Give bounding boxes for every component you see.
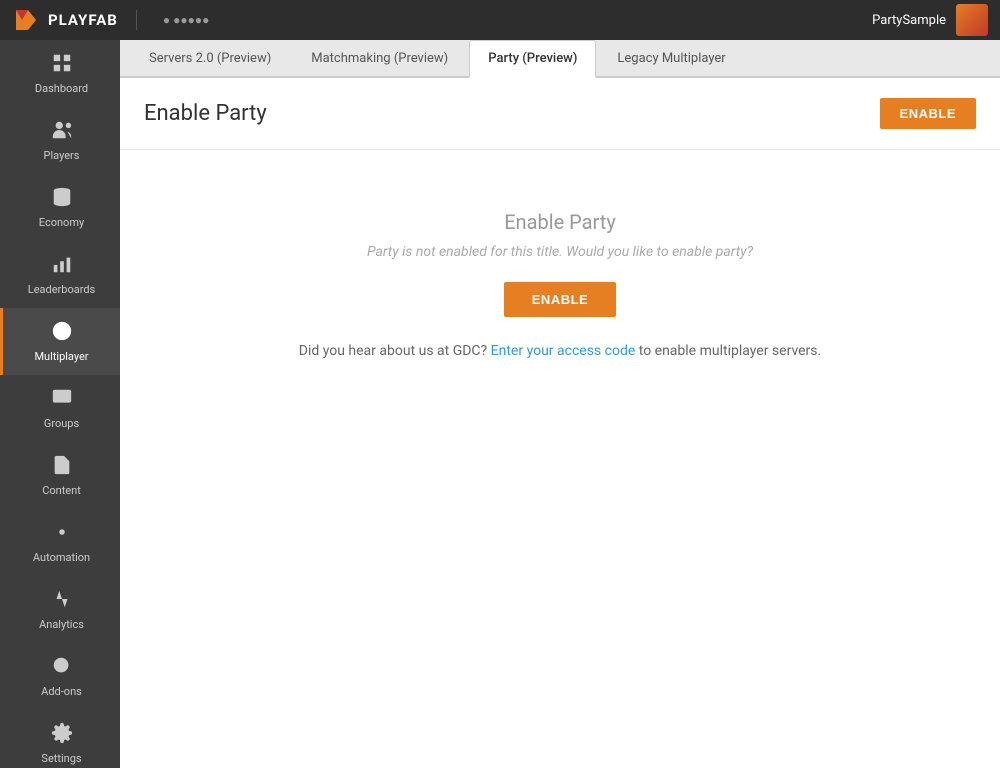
logo-text: PLAYFAB: [48, 11, 118, 29]
sidebar-label-content: Content: [42, 484, 81, 497]
tab-servers[interactable]: Servers 2.0 (Preview): [130, 40, 290, 76]
sidebar-item-automation[interactable]: Automation: [0, 509, 120, 576]
page-title: Enable Party: [144, 101, 267, 126]
sidebar-item-settings[interactable]: Settings: [0, 710, 120, 768]
sidebar-item-analytics[interactable]: Analytics: [0, 576, 120, 643]
page-content: Enable Party ENABLE Enable Party Party i…: [120, 78, 1000, 768]
tab-party[interactable]: Party (Preview): [469, 40, 596, 78]
content-area: Servers 2.0 (Preview) Matchmaking (Previ…: [120, 40, 1000, 768]
sidebar-label-players: Players: [44, 149, 80, 162]
gdc-text: Did you hear about us at GDC? Enter your…: [299, 343, 821, 359]
sidebar-label-automation: Automation: [33, 551, 90, 564]
logo-area: PLAYFAB ● ●●●●●: [12, 6, 217, 34]
enable-button-header[interactable]: ENABLE: [880, 98, 976, 129]
sidebar: Dashboard Players Economy Leaderboards M…: [0, 40, 120, 768]
sidebar-label-groups: Groups: [44, 417, 79, 430]
header-right: PartySample: [872, 4, 988, 36]
sidebar-label-leaderboards: Leaderboards: [28, 283, 95, 296]
tab-legacy-multiplayer[interactable]: Legacy Multiplayer: [598, 40, 744, 76]
gdc-link[interactable]: Enter your access code: [491, 343, 636, 359]
leaderboards-icon: [51, 253, 73, 279]
sidebar-label-multiplayer: Multiplayer: [34, 350, 88, 363]
multiplayer-icon: [51, 320, 73, 346]
gdc-text-after: to enable multiplayer servers.: [639, 343, 821, 359]
sidebar-item-groups[interactable]: Groups: [0, 375, 120, 442]
header-divider: [136, 10, 137, 30]
main-layout: Dashboard Players Economy Leaderboards M…: [0, 40, 1000, 768]
settings-icon: [51, 722, 73, 748]
sidebar-label-dashboard: Dashboard: [35, 82, 88, 95]
tab-matchmaking[interactable]: Matchmaking (Preview): [292, 40, 467, 76]
center-title: Enable Party: [504, 210, 616, 234]
sidebar-item-dashboard[interactable]: Dashboard: [0, 40, 120, 107]
players-icon: [51, 119, 73, 145]
sidebar-item-addons[interactable]: Add-ons: [0, 643, 120, 710]
dashboard-icon: [51, 52, 73, 78]
avatar-image: [956, 4, 988, 36]
tab-bar: Servers 2.0 (Preview) Matchmaking (Previ…: [120, 40, 1000, 78]
content-icon: [51, 454, 73, 480]
center-content: Enable Party Party is not enabled for th…: [120, 150, 1000, 419]
avatar[interactable]: [956, 4, 988, 36]
playfab-logo-icon: [12, 6, 40, 34]
gdc-text-before: Did you hear about us at GDC?: [299, 343, 487, 359]
sidebar-item-players[interactable]: Players: [0, 107, 120, 174]
addons-icon: [51, 655, 73, 681]
automation-icon: [51, 521, 73, 547]
enable-button-center[interactable]: ENABLE: [504, 282, 616, 317]
groups-icon: [51, 387, 73, 413]
economy-icon: [51, 186, 73, 212]
sidebar-item-content[interactable]: Content: [0, 442, 120, 509]
sidebar-item-leaderboards[interactable]: Leaderboards: [0, 241, 120, 308]
page-header: Enable Party ENABLE: [120, 78, 1000, 150]
sidebar-label-economy: Economy: [39, 216, 84, 229]
top-header: PLAYFAB ● ●●●●● PartySample: [0, 0, 1000, 40]
sidebar-item-multiplayer[interactable]: Multiplayer: [0, 308, 120, 375]
sidebar-item-economy[interactable]: Economy: [0, 174, 120, 241]
analytics-icon: [51, 588, 73, 614]
header-project-name: ● ●●●●●: [155, 11, 217, 29]
center-subtitle: Party is not enabled for this title. Wou…: [367, 244, 753, 260]
sidebar-label-analytics: Analytics: [39, 618, 84, 631]
sidebar-label-settings: Settings: [41, 752, 81, 765]
header-username: PartySample: [872, 13, 946, 28]
sidebar-label-addons: Add-ons: [41, 685, 82, 698]
